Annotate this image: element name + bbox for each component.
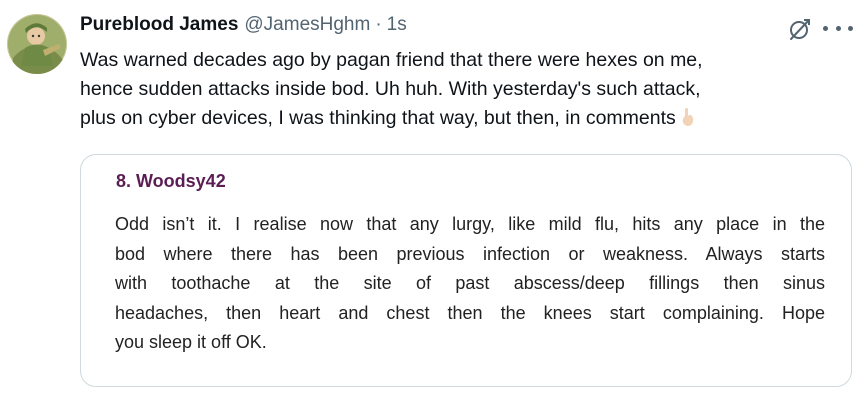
grok-icon[interactable] [788, 17, 812, 41]
pointing-down-hand-icon [678, 107, 698, 127]
quote-text-line: headaches, then heart and chest then the… [115, 302, 825, 323]
tweet-header: Pureblood James @JamesHghm · 1s [80, 14, 407, 44]
quote-author: 8. Woodsy42 [116, 171, 226, 191]
quote-text: Odd isn’t it. I realise now that any lur… [115, 210, 825, 358]
tweet-text-line: Was warned decades ago by pagan friend t… [80, 49, 703, 71]
quote-text-line: you sleep it off OK. [115, 332, 267, 352]
tweet-text: Was warned decades ago by pagan friend t… [80, 46, 850, 133]
quote-text-line: bod where there has been previous infect… [115, 243, 825, 264]
timestamp[interactable]: 1s [387, 14, 407, 36]
tweet-text-line: hence sudden attacks inside bod. Uh huh.… [80, 78, 701, 100]
quoted-image-card[interactable]: 8. Woodsy42 Odd isn’t it. I realise now … [80, 154, 852, 387]
separator-dot: · [375, 14, 382, 35]
display-name[interactable]: Pureblood James [80, 14, 238, 36]
quote-text-line: Odd isn’t it. I realise now that any lur… [115, 214, 825, 234]
quote-text-line: with toothache at the site of past absce… [115, 273, 825, 293]
tweet-text-line: plus on cyber devices, I was thinking th… [80, 104, 850, 133]
more-options-icon[interactable] [823, 20, 853, 36]
user-handle[interactable]: @JamesHghm [244, 14, 370, 36]
avatar-image [7, 14, 67, 74]
tweet[interactable]: Pureblood James @JamesHghm · 1s Was warn… [0, 0, 864, 401]
avatar[interactable] [7, 14, 67, 74]
